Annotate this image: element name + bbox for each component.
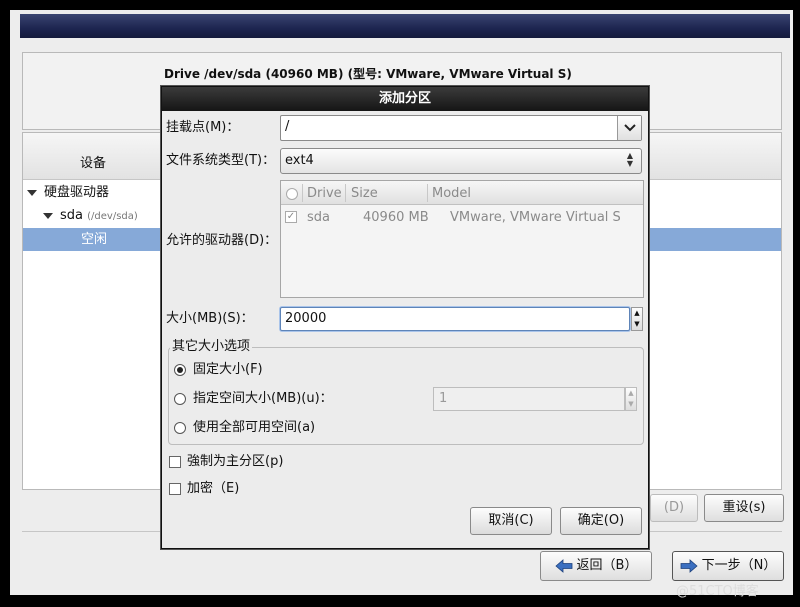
tree-item-label: 硬盘驱动器 (44, 185, 110, 200)
drive-sda-checkbox[interactable]: ✓ (285, 211, 297, 223)
back-button-label: 返回（B） (576, 558, 638, 573)
col-size[interactable]: Size (351, 186, 378, 201)
delete-button[interactable]: (D) (650, 494, 698, 522)
expander-down-icon[interactable] (27, 189, 37, 196)
back-button[interactable]: 返回（B） (540, 551, 652, 581)
fill-to-size-label[interactable]: 指定空间大小(MB)(u)： (193, 390, 333, 408)
column-separator (302, 184, 303, 202)
fixed-size-label[interactable]: 固定大小(F) (193, 361, 263, 379)
fs-type-select[interactable]: ext4 (280, 148, 642, 174)
mount-point-input[interactable]: / (280, 115, 642, 141)
updown-arrows-icon: ▲ ▼ (626, 151, 634, 168)
arrow-right-icon (680, 558, 698, 573)
tree-item-sub: (/dev/sda) (87, 211, 138, 222)
expander-down-icon[interactable] (43, 212, 53, 219)
drive-title: Drive /dev/sda (40960 MB) (型号: VMware, V… (164, 67, 572, 81)
size-label: 大小(MB)(S)： (166, 311, 254, 326)
fill-all-label[interactable]: 使用全部可用空间(a) (193, 419, 315, 437)
chevron-down-icon (623, 124, 636, 132)
next-button[interactable]: 下一步（N） (672, 551, 784, 581)
drive-model: VMware, VMware Virtual S (450, 210, 621, 225)
encrypt-checkbox[interactable] (169, 483, 181, 495)
tree-item-label: sda (60, 208, 83, 223)
top-banner (20, 14, 790, 38)
fill-to-size-radio[interactable] (174, 393, 186, 405)
arrow-left-icon (554, 558, 572, 573)
device-header-label: 设备 (80, 156, 107, 171)
column-separator (427, 184, 428, 202)
reset-button[interactable]: 重设(s) (704, 494, 784, 522)
tree-item-label: 空闲 (81, 232, 108, 247)
fill-to-size-spinner[interactable]: ▲ ▼ (625, 387, 637, 411)
dialog-title: 添加分区 (162, 87, 648, 111)
fill-all-radio[interactable] (174, 422, 186, 434)
fixed-size-radio[interactable] (174, 364, 186, 376)
size-spinner[interactable]: ▲ ▼ (631, 307, 643, 331)
watermark: @51CTO博客 (676, 584, 759, 599)
drive-size: 40960 MB (363, 210, 429, 225)
drive-name: sda (307, 210, 330, 225)
col-drive[interactable]: Drive (307, 186, 342, 201)
next-button-label: 下一步（N） (701, 558, 777, 573)
force-primary-label[interactable]: 強制为主分区(p) (187, 453, 283, 471)
encrypt-label[interactable]: 加密（E) (187, 480, 239, 498)
size-input[interactable]: 20000 (280, 307, 630, 331)
ok-button[interactable]: 确定(O) (560, 507, 642, 535)
fs-type-label: 文件系统类型(T)： (166, 153, 276, 168)
col-model[interactable]: Model (432, 186, 471, 201)
mount-point-dropdown-button[interactable] (617, 116, 641, 140)
mount-point-label: 挂载点(M)： (166, 120, 240, 135)
drive-select-all-radio[interactable] (286, 188, 298, 200)
cancel-button[interactable]: 取消(C) (470, 507, 552, 535)
force-primary-checkbox[interactable] (169, 456, 181, 468)
column-separator (345, 184, 346, 202)
fill-to-size-input[interactable]: 1 (433, 387, 625, 411)
fs-type-value: ext4 (285, 153, 314, 168)
allowed-drives-label: 允许的驱动器(D)： (166, 233, 278, 248)
other-size-options-title: 其它大小选项 (170, 338, 253, 356)
